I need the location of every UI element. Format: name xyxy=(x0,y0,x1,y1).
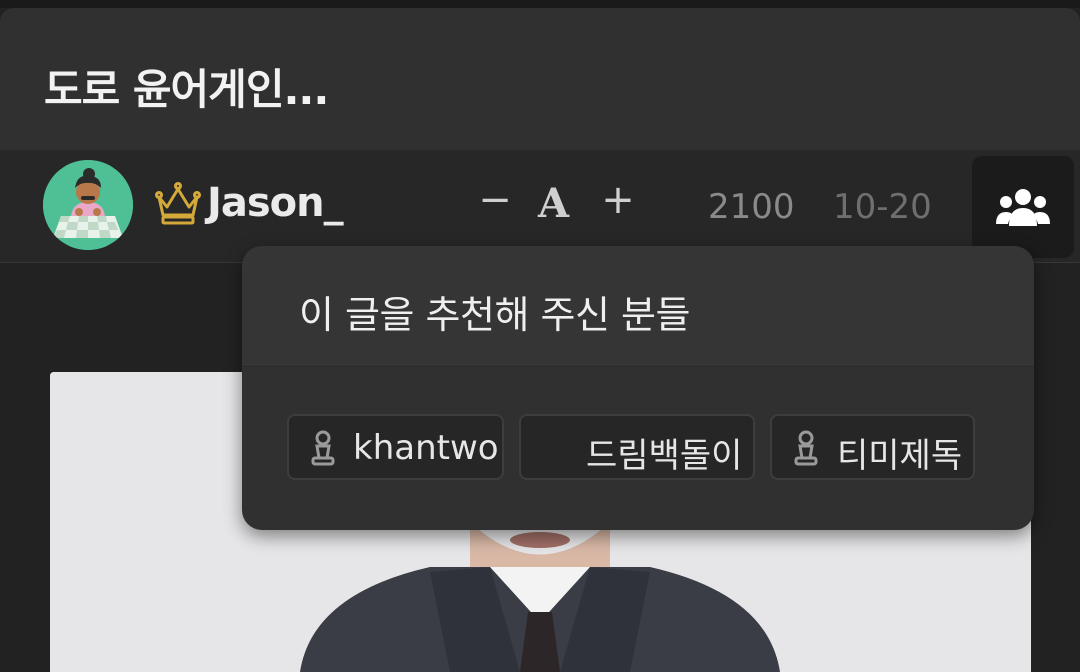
popup-header: 이 글을 추천해 주신 분들 xyxy=(242,246,1034,367)
recommenders-popup: 이 글을 추천해 주신 분들 khantwo 드림백돌이 티미제독 xyxy=(242,246,1034,530)
status-strip xyxy=(0,0,1080,8)
recommender-name: 드림백돌이 xyxy=(586,436,743,476)
post-date: 10-20 xyxy=(833,187,932,227)
post-title: 도로 윤어게인... xyxy=(44,65,329,114)
people-group-icon xyxy=(996,189,1050,226)
recommender-chip[interactable]: 티미제독 xyxy=(770,414,975,480)
pawn-icon xyxy=(794,430,818,466)
crown-icon xyxy=(155,182,201,225)
avatar[interactable] xyxy=(43,160,133,250)
author-name[interactable]: Jason_ xyxy=(207,180,344,226)
recommender-name: 티미제독 xyxy=(837,436,963,476)
font-decrease-button[interactable]: − xyxy=(478,178,512,222)
font-size-icon: A xyxy=(538,180,570,227)
popup-title: 이 글을 추천해 주신 분들 xyxy=(299,293,690,337)
recommender-chip[interactable]: khantwo xyxy=(287,414,504,480)
font-increase-button[interactable]: + xyxy=(600,178,636,222)
recommender-name: khantwo xyxy=(353,428,499,468)
recommender-chip[interactable]: 드림백돌이 xyxy=(519,414,755,480)
view-count: 2100 xyxy=(708,187,795,227)
post-title-bar: 도로 윤어게인... xyxy=(0,8,1080,150)
recommenders-button[interactable] xyxy=(972,156,1074,258)
avatar-chess-player-icon xyxy=(43,160,133,250)
pawn-icon xyxy=(311,430,335,466)
